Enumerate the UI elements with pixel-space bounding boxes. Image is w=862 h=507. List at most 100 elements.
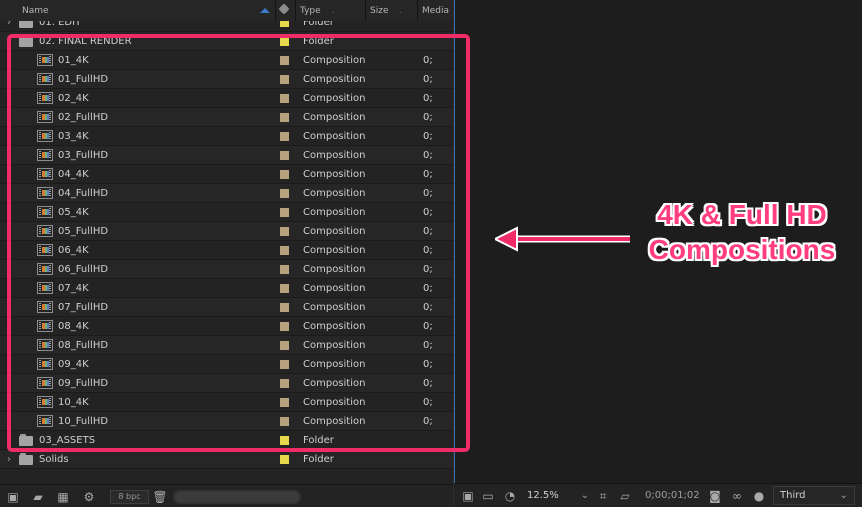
label-color-swatch[interactable] bbox=[280, 151, 289, 160]
media-column-header[interactable]: Media bbox=[418, 0, 453, 21]
project-item-type: Folder bbox=[303, 36, 334, 47]
always-preview-icon[interactable]: ▣ bbox=[460, 489, 476, 503]
size-column-header[interactable]: Size . bbox=[366, 0, 418, 21]
label-color-swatch[interactable] bbox=[280, 322, 289, 331]
project-item-type: Composition bbox=[303, 340, 366, 351]
color-channels-icon[interactable]: ● bbox=[751, 489, 767, 503]
project-composition-row[interactable]: 08_4K Composition 0; bbox=[0, 317, 453, 336]
project-horizontal-scroll-thumb[interactable] bbox=[175, 492, 299, 502]
project-folder-row[interactable]: › 01. EDIT Folder bbox=[0, 21, 453, 32]
transparency-grid-icon[interactable]: ▱ bbox=[617, 489, 633, 503]
composition-icon bbox=[37, 415, 53, 427]
project-item-name: 02_FullHD bbox=[58, 112, 109, 123]
label-color-swatch[interactable] bbox=[280, 170, 289, 179]
chevron-right-icon[interactable]: › bbox=[4, 452, 14, 467]
project-item-name: 03_FullHD bbox=[58, 150, 109, 161]
project-composition-row[interactable]: 07_4K Composition 0; bbox=[0, 279, 453, 298]
label-color-swatch[interactable] bbox=[280, 265, 289, 274]
project-composition-row[interactable]: 09_4K Composition 0; bbox=[0, 355, 453, 374]
snapshot-icon[interactable]: ◙ bbox=[707, 489, 723, 503]
label-color-swatch[interactable] bbox=[280, 455, 289, 464]
project-horizontal-scrollbar[interactable] bbox=[173, 490, 301, 504]
composition-icon bbox=[37, 111, 53, 123]
label-color-swatch[interactable] bbox=[280, 21, 289, 27]
bit-depth-button[interactable]: 8 bpc bbox=[110, 490, 149, 504]
project-folder-row[interactable]: › Solids Folder bbox=[0, 450, 453, 469]
project-composition-row[interactable]: 07_FullHD Composition 0; bbox=[0, 298, 453, 317]
project-composition-row[interactable]: 02_4K Composition 0; bbox=[0, 89, 453, 108]
label-color-swatch[interactable] bbox=[280, 132, 289, 141]
project-item-type: Composition bbox=[303, 226, 366, 237]
view-layout-select[interactable]: Third ⌄ bbox=[773, 486, 855, 505]
name-column-header[interactable]: Name bbox=[18, 0, 276, 21]
project-composition-row[interactable]: 05_FullHD Composition 0; bbox=[0, 222, 453, 241]
composition-icon bbox=[37, 320, 53, 332]
chevron-right-icon[interactable]: › bbox=[4, 21, 14, 30]
project-composition-row[interactable]: 10_4K Composition 0; bbox=[0, 393, 453, 412]
show-snapshot-icon[interactable]: ∞ bbox=[729, 489, 745, 503]
project-composition-row[interactable]: 04_FullHD Composition 0; bbox=[0, 184, 453, 203]
project-composition-row[interactable]: 01_4K Composition 0; bbox=[0, 51, 453, 70]
label-color-swatch[interactable] bbox=[280, 208, 289, 217]
composition-icon bbox=[37, 263, 53, 275]
render-settings-icon[interactable]: ⚙ bbox=[80, 490, 98, 504]
composition-icon bbox=[37, 206, 53, 218]
viewer-active-panel-border bbox=[454, 0, 455, 483]
project-item-media: 0; bbox=[423, 340, 433, 351]
mask-visibility-icon[interactable]: ◔ bbox=[502, 489, 518, 503]
label-color-swatch[interactable] bbox=[280, 37, 289, 46]
project-item-list: › 01. EDIT Folder ⌄ 02. FINAL RENDER Folder 01… bbox=[0, 21, 453, 484]
grid-icon[interactable]: ⌗ bbox=[595, 489, 611, 503]
project-item-media: 0; bbox=[423, 283, 433, 294]
label-color-swatch[interactable] bbox=[280, 246, 289, 255]
interpret-footage-icon[interactable]: ▣ bbox=[4, 490, 22, 504]
project-folder-row[interactable]: ⌄ 02. FINAL RENDER Folder bbox=[0, 32, 453, 51]
project-composition-row[interactable]: 06_4K Composition 0; bbox=[0, 241, 453, 260]
project-composition-row[interactable]: 02_FullHD Composition 0; bbox=[0, 108, 453, 127]
project-item-media: 0; bbox=[423, 245, 433, 256]
project-composition-row[interactable]: 03_FullHD Composition 0; bbox=[0, 146, 453, 165]
label-column-header[interactable] bbox=[276, 0, 296, 21]
composition-icon bbox=[37, 339, 53, 351]
new-folder-icon[interactable]: ▰ bbox=[29, 490, 47, 504]
label-color-swatch[interactable] bbox=[280, 113, 289, 122]
label-color-swatch[interactable] bbox=[280, 417, 289, 426]
label-color-swatch[interactable] bbox=[280, 56, 289, 65]
current-time-display[interactable]: 0;00;01;02 bbox=[645, 488, 715, 504]
label-color-swatch[interactable] bbox=[280, 189, 289, 198]
project-composition-row[interactable]: 06_FullHD Composition 0; bbox=[0, 260, 453, 279]
composition-icon bbox=[37, 187, 53, 199]
project-composition-row[interactable]: 01_FullHD Composition 0; bbox=[0, 70, 453, 89]
type-column-header[interactable]: Type . bbox=[296, 0, 366, 21]
chevron-right-icon[interactable]: › bbox=[4, 433, 14, 448]
label-color-swatch[interactable] bbox=[280, 379, 289, 388]
composition-icon bbox=[37, 396, 53, 408]
project-composition-row[interactable]: 09_FullHD Composition 0; bbox=[0, 374, 453, 393]
label-color-swatch[interactable] bbox=[280, 341, 289, 350]
project-item-media: 0; bbox=[423, 188, 433, 199]
new-composition-icon[interactable]: ▦ bbox=[54, 490, 72, 504]
chevron-down-icon[interactable]: ⌄ bbox=[4, 34, 14, 49]
project-folder-row[interactable]: › 03_ASSETS Folder bbox=[0, 431, 453, 450]
project-composition-row[interactable]: 04_4K Composition 0; bbox=[0, 165, 453, 184]
type-column-menu-icon: . bbox=[331, 6, 335, 16]
label-color-swatch[interactable] bbox=[280, 360, 289, 369]
label-color-swatch[interactable] bbox=[280, 227, 289, 236]
label-color-swatch[interactable] bbox=[280, 398, 289, 407]
tag-icon bbox=[278, 3, 290, 15]
project-composition-row[interactable]: 10_FullHD Composition 0; bbox=[0, 412, 453, 431]
project-item-type: Composition bbox=[303, 93, 366, 104]
project-composition-row[interactable]: 05_4K Composition 0; bbox=[0, 203, 453, 222]
label-color-swatch[interactable] bbox=[280, 436, 289, 445]
label-color-swatch[interactable] bbox=[280, 303, 289, 312]
project-item-type: Folder bbox=[303, 454, 334, 465]
monitor-icon[interactable]: ▭ bbox=[480, 489, 496, 503]
project-item-name: 10_4K bbox=[58, 397, 89, 408]
label-color-swatch[interactable] bbox=[280, 75, 289, 84]
label-color-swatch[interactable] bbox=[280, 94, 289, 103]
zoom-select[interactable]: 12.5% ⌄ bbox=[527, 488, 589, 504]
project-composition-row[interactable]: 03_4K Composition 0; bbox=[0, 127, 453, 146]
label-color-swatch[interactable] bbox=[280, 284, 289, 293]
trash-icon[interactable]: 🗑 bbox=[151, 490, 169, 504]
project-composition-row[interactable]: 08_FullHD Composition 0; bbox=[0, 336, 453, 355]
